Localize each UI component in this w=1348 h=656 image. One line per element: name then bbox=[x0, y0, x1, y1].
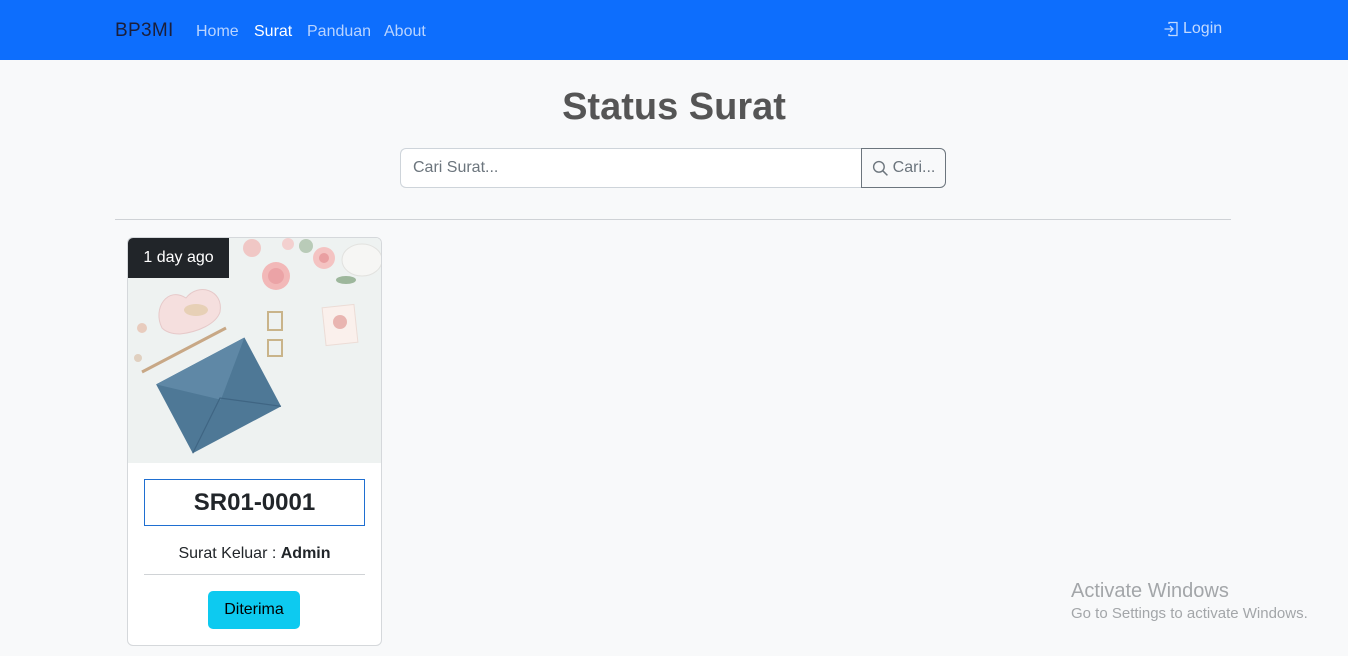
letter-card: 1 day ago SR01-0001 Surat Keluar : Admin… bbox=[127, 237, 382, 646]
time-badge: 1 day ago bbox=[128, 238, 229, 278]
section-divider bbox=[115, 219, 1231, 220]
brand-logo[interactable]: BP3MI bbox=[115, 20, 174, 42]
search-button[interactable]: Cari... bbox=[861, 148, 946, 188]
nav-link-surat[interactable]: Surat bbox=[254, 23, 292, 41]
nav-link-home[interactable]: Home bbox=[196, 23, 239, 41]
status-button[interactable]: Diterima bbox=[208, 591, 300, 629]
search-input[interactable] bbox=[400, 148, 861, 188]
login-link[interactable]: Login bbox=[1163, 20, 1222, 38]
sender-value: Admin bbox=[280, 545, 331, 562]
card-image: 1 day ago bbox=[128, 238, 381, 463]
nav-link-panduan[interactable]: Panduan bbox=[307, 23, 371, 41]
letter-sender: Surat Keluar : Admin bbox=[128, 545, 381, 563]
letter-code: SR01-0001 bbox=[144, 479, 365, 526]
login-icon bbox=[1164, 21, 1178, 37]
sender-label: Surat Keluar : bbox=[178, 545, 277, 562]
windows-watermark-title: Activate Windows bbox=[1071, 580, 1229, 602]
nav-link-about[interactable]: About bbox=[384, 23, 426, 41]
card-divider bbox=[144, 574, 365, 575]
login-label: Login bbox=[1183, 20, 1223, 37]
top-navbar: BP3MI Home Surat Panduan About Login bbox=[0, 0, 1348, 60]
search-button-label: Cari... bbox=[892, 159, 936, 176]
search-icon bbox=[872, 160, 888, 176]
page-title: Status Surat bbox=[562, 86, 786, 128]
windows-watermark-subtitle: Go to Settings to activate Windows. bbox=[1071, 605, 1308, 622]
